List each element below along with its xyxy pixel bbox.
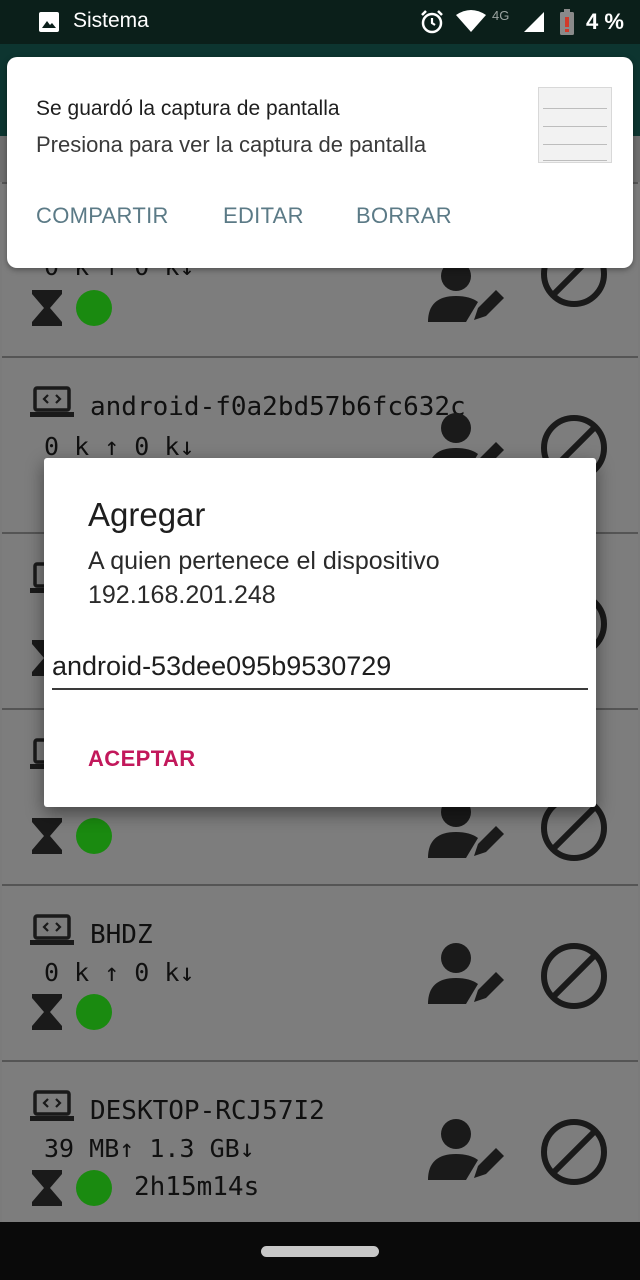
device-card[interactable]: BHDZ 0 k ↑ 0 k↓ (2, 884, 638, 1062)
status-bar: Sistema 4G 4 % (0, 0, 640, 44)
edit-button[interactable]: EDITAR (223, 203, 304, 229)
delete-button[interactable]: BORRAR (356, 203, 452, 229)
laptop-icon (30, 914, 74, 945)
laptop-icon (30, 1090, 74, 1121)
navigation-bar (0, 1222, 640, 1280)
dialog-title: Agregar (88, 496, 206, 533)
dialog-ip-address: 192.168.201.248 (88, 581, 276, 609)
signal-icon (524, 12, 544, 32)
hourglass-icon (32, 818, 62, 854)
status-app-label: Sistema (73, 9, 149, 32)
device-name: android-f0a2bd57b6fc632c (90, 392, 466, 422)
device-traffic: 0 k ↑ 0 k↓ (44, 432, 195, 461)
wifi-icon (456, 10, 486, 32)
notification-text: Presiona para ver la captura de pantalla (36, 132, 427, 157)
device-uptime: 2h15m14s (134, 1172, 260, 1202)
hourglass-icon (32, 994, 62, 1030)
device-card[interactable]: DESKTOP-RCJ57I2 39 MB↑ 1.3 GB↓ 2h15m14s (2, 1060, 638, 1238)
battery-percent: 4 % (586, 9, 624, 34)
status-dot (76, 1170, 112, 1206)
battery-icon (560, 9, 574, 35)
dialog-message: A quien pertenece el dispositivo 192.168… (88, 544, 440, 612)
home-gesture-pill[interactable] (261, 1246, 379, 1257)
share-button[interactable]: COMPARTIR (36, 203, 169, 229)
hourglass-icon (32, 290, 62, 326)
user-edit-icon[interactable] (426, 260, 506, 324)
block-icon[interactable] (540, 942, 608, 1010)
device-traffic: 39 MB↑ 1.3 GB↓ (44, 1134, 255, 1163)
screenshot-thumbnail[interactable] (538, 87, 612, 163)
block-icon[interactable] (540, 1118, 608, 1186)
add-device-dialog: Agregar A quien pertenece el dispositivo… (44, 458, 596, 807)
gallery-icon (39, 12, 59, 32)
device-name: DESKTOP-RCJ57I2 (90, 1096, 325, 1126)
network-type-label: 4G (492, 8, 510, 23)
user-edit-icon[interactable] (426, 1118, 506, 1182)
status-dot (76, 994, 112, 1030)
device-owner-input[interactable] (52, 644, 588, 690)
user-edit-icon[interactable] (426, 942, 506, 1006)
screenshot-notification[interactable]: Se guardó la captura de pantalla Presion… (7, 57, 633, 268)
status-dot (76, 818, 112, 854)
dialog-message-line1: A quien pertenece el dispositivo (88, 547, 440, 575)
status-dot (76, 290, 112, 326)
notification-title: Se guardó la captura de pantalla (36, 97, 340, 120)
device-name: BHDZ (90, 920, 153, 950)
hourglass-icon (32, 1170, 62, 1206)
alarm-icon (421, 10, 443, 34)
accept-button[interactable]: ACEPTAR (88, 746, 196, 772)
device-traffic: 0 k ↑ 0 k↓ (44, 958, 195, 987)
laptop-icon (30, 386, 74, 417)
